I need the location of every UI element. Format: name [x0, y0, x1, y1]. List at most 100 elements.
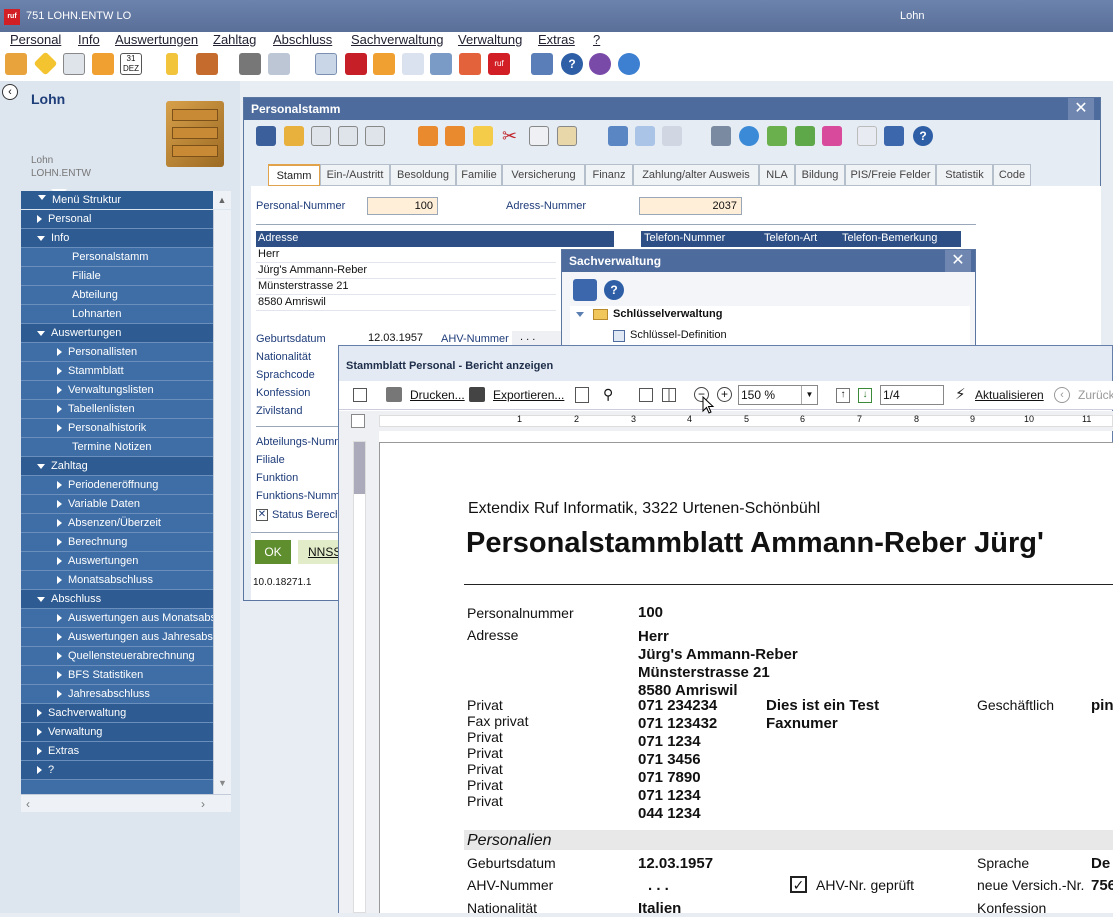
ruf-icon[interactable]: ruf	[488, 53, 510, 75]
sidebar-item[interactable]: Auswertungen	[21, 552, 213, 571]
chevron-down-icon[interactable]	[576, 312, 584, 317]
help-icon[interactable]: ?	[561, 53, 583, 75]
chart-icon[interactable]	[373, 53, 395, 75]
people-icon[interactable]	[5, 53, 27, 75]
tab-finanz[interactable]: Finanz	[585, 164, 633, 186]
chevron-down-icon[interactable]	[37, 330, 45, 336]
arrow-right-icon[interactable]	[795, 126, 815, 146]
chevron-right-icon[interactable]	[57, 519, 62, 528]
print-icon[interactable]	[711, 126, 731, 146]
printer-icon[interactable]	[386, 387, 402, 402]
sidebar-item[interactable]: Auswertungen aus Monatsabschluss	[21, 609, 213, 628]
page-icon[interactable]	[311, 126, 331, 146]
chevron-right-icon[interactable]	[57, 576, 62, 585]
back-icon[interactable]: ‹	[2, 84, 18, 100]
update-icon[interactable]	[618, 53, 640, 75]
globe-icon[interactable]	[589, 53, 611, 75]
chevron-down-icon[interactable]	[37, 235, 45, 241]
tab-nla[interactable]: NLA	[759, 164, 795, 186]
sidebar-item[interactable]: Auswertungen aus Jahresabschluss	[21, 628, 213, 647]
binoculars-icon[interactable]: ⚲	[603, 386, 613, 403]
sidebar-item[interactable]: ?	[21, 761, 213, 780]
chevron-right-icon[interactable]	[57, 538, 62, 547]
refresh-icon[interactable]	[739, 126, 759, 146]
window-icon[interactable]	[315, 53, 337, 75]
chevron-right-icon[interactable]	[37, 728, 42, 737]
sidebar-item[interactable]: Zahltag	[21, 457, 213, 476]
grid-icon[interactable]	[430, 53, 452, 75]
tools-icon[interactable]	[239, 53, 261, 75]
chevron-right-icon[interactable]	[57, 481, 62, 490]
sidebar-item[interactable]: Abschluss	[21, 590, 213, 609]
sidebar-toggle-icon[interactable]	[353, 388, 367, 402]
copy-pages-icon[interactable]	[575, 387, 589, 403]
chevron-down-icon[interactable]: ▼	[801, 386, 817, 404]
sidebar-item[interactable]: Verwaltungslisten	[21, 381, 213, 400]
menu-abschluss[interactable]: Abschluss	[273, 32, 332, 47]
sidebar-item[interactable]: Stammblatt	[21, 362, 213, 381]
warning-icon[interactable]	[33, 51, 58, 76]
tree-root[interactable]: Schlüsselverwaltung	[613, 308, 722, 320]
nav-scrollbar[interactable]: ▼	[213, 210, 231, 794]
help-icon[interactable]: ?	[913, 126, 933, 146]
tab-zahlung[interactable]: Zahlung/alter Ausweis	[633, 164, 759, 186]
nnss-button[interactable]: NNSS	[298, 540, 341, 564]
chevron-right-icon[interactable]	[57, 614, 62, 623]
tab-ein-austritt[interactable]: Ein-/Austritt	[320, 164, 390, 186]
sidebar-item[interactable]: Absenzen/Überzeit	[21, 514, 213, 533]
chevron-right-icon[interactable]	[57, 671, 62, 680]
mail-icon[interactable]	[608, 126, 628, 146]
menu-sachverwaltung[interactable]: Sachverwaltung	[351, 32, 444, 47]
tab-pis[interactable]: PIS/Freie Felder	[845, 164, 936, 186]
book-icon[interactable]	[345, 53, 367, 75]
sidebar-item[interactable]: Extras	[21, 742, 213, 761]
menu-auswertungen[interactable]: Auswertungen	[115, 32, 198, 47]
scroll-right-icon[interactable]: ›	[201, 797, 205, 811]
sidebar-item[interactable]: BFS Statistiken	[21, 666, 213, 685]
multi-page-icon[interactable]	[662, 388, 676, 402]
page-down-icon[interactable]: ↓	[858, 388, 872, 403]
chevron-right-icon[interactable]	[57, 405, 62, 414]
sidebar-item[interactable]: Variable Daten	[21, 495, 213, 514]
nav-header[interactable]: Menü Struktur ▲	[21, 191, 231, 209]
personal-nummer-field[interactable]: 100	[367, 197, 438, 215]
sidebar-item[interactable]: Jahresabschluss	[21, 685, 213, 704]
scroll-left-icon[interactable]: ‹	[26, 797, 30, 811]
tab-versicherung[interactable]: Versicherung	[502, 164, 585, 186]
zoom-in-icon[interactable]: +	[717, 387, 732, 402]
move-icon[interactable]	[767, 126, 787, 146]
menu-info[interactable]: Info	[78, 32, 100, 47]
home-print-icon[interactable]	[268, 53, 290, 75]
close-icon[interactable]: ✕	[945, 250, 971, 272]
key-icon[interactable]	[166, 53, 178, 75]
chevron-right-icon[interactable]	[37, 709, 42, 718]
tab-besoldung[interactable]: Besoldung	[390, 164, 456, 186]
sidebar-item[interactable]: Auswertungen	[21, 324, 213, 343]
table-icon[interactable]	[459, 53, 481, 75]
copy-icon[interactable]	[284, 126, 304, 146]
document-icon[interactable]	[63, 53, 85, 75]
nav-hscrollbar[interactable]: ‹ ›	[21, 794, 231, 812]
chevron-right-icon[interactable]	[57, 386, 62, 395]
sidebar-item[interactable]: Tabellenlisten	[21, 400, 213, 419]
menu-help[interactable]: ?	[593, 32, 600, 47]
sidebar-item[interactable]: Verwaltung	[21, 723, 213, 742]
sidebar-item[interactable]: Termine Notizen	[21, 438, 213, 457]
chevron-right-icon[interactable]	[57, 424, 62, 433]
chevron-right-icon[interactable]	[37, 766, 42, 775]
checklist-icon[interactable]	[402, 53, 424, 75]
tab-statistik[interactable]: Statistik	[936, 164, 993, 186]
scroll-down-icon[interactable]: ▼	[218, 778, 227, 788]
single-page-icon[interactable]	[639, 388, 653, 402]
chevron-right-icon[interactable]	[57, 348, 62, 357]
menu-zahltag[interactable]: Zahltag	[213, 32, 256, 47]
network-icon[interactable]	[531, 53, 553, 75]
mail-list-icon[interactable]	[662, 126, 682, 146]
copy-doc-icon[interactable]	[529, 126, 549, 146]
sidebar-item[interactable]: Abteilung	[21, 286, 213, 305]
sidebar-item[interactable]: Monatsabschluss	[21, 571, 213, 590]
page-next-icon[interactable]	[338, 126, 358, 146]
tree-child[interactable]: Schlüssel-Definition	[630, 329, 727, 341]
folder-edit-icon[interactable]	[445, 126, 465, 146]
mail-send-icon[interactable]	[635, 126, 655, 146]
